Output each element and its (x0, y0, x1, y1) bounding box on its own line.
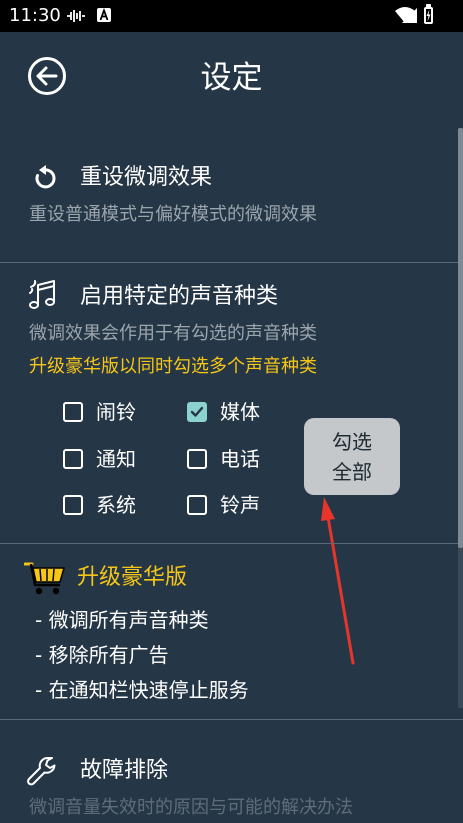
sound-types-title: 启用特定的声音种类 (80, 284, 279, 309)
signal-icon (418, 7, 421, 10)
premium-feature: - 移除所有广告 (35, 643, 169, 667)
premium-title: 升级豪华版 (77, 565, 188, 590)
shopping-cart-icon (24, 562, 65, 595)
checkbox-media[interactable]: 媒体 (187, 397, 287, 427)
troubleshoot-description: 微调音量失效时的原因与可能的解决办法 (29, 797, 353, 818)
troubleshoot-title: 故障排除 (80, 758, 169, 783)
checkbox-system[interactable]: 系统 (63, 490, 163, 520)
battery-icon (424, 7, 433, 24)
signal-icon (402, 8, 417, 23)
vibrate-icon (67, 10, 85, 22)
status-bar: 11:30 (0, 0, 463, 32)
checkbox-notification-label: 通知 (96, 447, 136, 471)
checkbox-notification[interactable]: 通知 (63, 444, 163, 474)
checkbox-ringtone-box[interactable] (187, 495, 207, 515)
wrench-icon (27, 757, 56, 786)
checkbox-phone-label: 电话 (220, 447, 260, 471)
settings-screen: 11:30 设定 重设微调效果 重设普通模式与偏好模式的微调效果 启用特定的声音… (0, 0, 463, 823)
checkbox-system-label: 系统 (96, 493, 136, 517)
scrollbar-thumb[interactable] (458, 128, 463, 548)
checkbox-phone[interactable]: 电话 (187, 444, 287, 474)
checkbox-alarm[interactable]: 闹铃 (63, 397, 163, 427)
a-notification-icon (97, 8, 111, 22)
checkbox-phone-box[interactable] (187, 449, 207, 469)
checkbox-ringtone-label: 铃声 (220, 493, 260, 517)
music-notes-icon (29, 280, 55, 309)
checkbox-notification-box[interactable] (63, 449, 83, 469)
divider (0, 262, 463, 263)
select-all-label-line1: 勾选 (332, 430, 372, 454)
checkbox-system-box[interactable] (63, 495, 83, 515)
status-time: 11:30 (9, 5, 61, 26)
checkbox-ringtone[interactable]: 铃声 (187, 490, 287, 520)
checkbox-alarm-label: 闹铃 (96, 400, 136, 424)
select-all-button[interactable]: 勾选 全部 (304, 418, 400, 495)
reset-description: 重设普通模式与偏好模式的微调效果 (29, 204, 317, 225)
premium-feature: - 在通知栏快速停止服务 (35, 678, 249, 702)
premium-feature: - 微调所有声音种类 (35, 608, 209, 632)
page-title: 设定 (200, 60, 263, 96)
checkbox-media-box[interactable] (187, 402, 207, 422)
checkbox-media-label: 媒体 (220, 400, 260, 424)
reset-title: 重设微调效果 (80, 165, 213, 190)
upgrade-note: 升级豪华版以同时勾选多个声音种类 (29, 356, 317, 377)
checkbox-alarm-box[interactable] (63, 402, 83, 422)
sound-types-description: 微调效果会作用于有勾选的声音种类 (29, 323, 317, 344)
refresh-icon (35, 165, 56, 189)
select-all-label-line2: 全部 (332, 460, 372, 484)
checkmark-icon (190, 406, 204, 417)
